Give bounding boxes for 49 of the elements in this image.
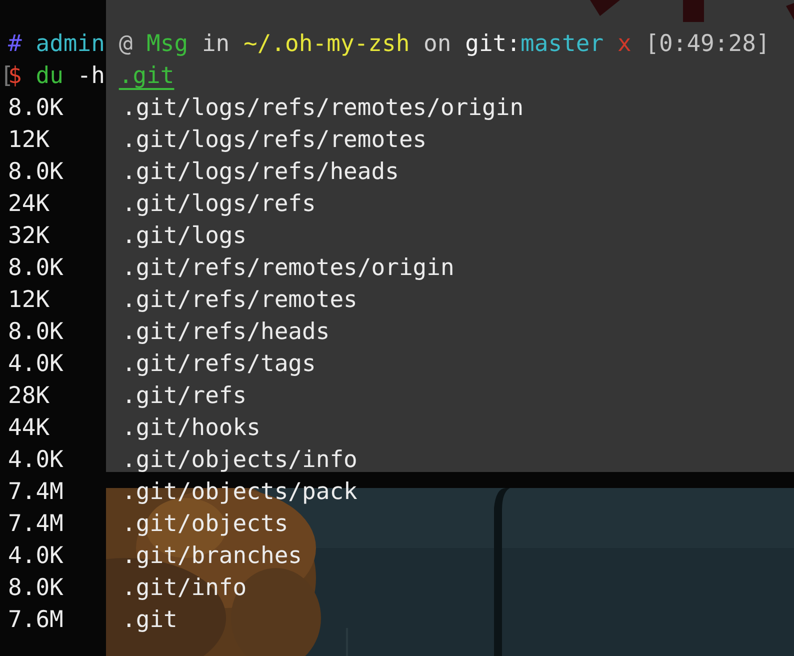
command-name: du [36,63,64,89]
size-value: 12K [8,126,51,155]
file-path: .git/branches [122,543,302,569]
size-value: 8.0K [8,158,64,187]
vcs-label: git: [465,31,520,57]
file-path: .git/refs/heads [122,319,330,345]
host-name: Msg [146,31,188,57]
file-path: .git/logs/refs [122,191,316,217]
file-path: .git/refs/remotes [122,287,358,313]
at-sign: @ [118,31,133,57]
file-path: .git/objects [122,511,288,537]
bracket: [ [0,62,8,91]
size-value: 4.0K [8,350,64,379]
size-value: 7.4M [8,510,64,539]
size-value: 8.0K [8,574,64,603]
size-value: 8.0K [8,254,64,283]
prompt-symbol: # [8,31,22,57]
file-path: .git/logs [122,223,247,249]
branch-name: master [520,31,604,57]
file-path: .git/refs [122,383,247,409]
timestamp: [0:49:28] [645,31,770,57]
prompt-word: on [424,31,452,57]
size-value: 24K [8,190,51,219]
size-value: 12K [8,286,51,315]
size-value: 8.0K [8,94,64,123]
size-value: 28K [8,382,51,411]
size-value: 32K [8,222,51,251]
size-value: 4.0K [8,446,64,475]
size-value: 4.0K [8,542,64,571]
dirty-mark: x [617,31,632,57]
prompt-word: in [202,31,230,57]
size-value: 44K [8,414,51,443]
file-path: .git/logs/refs/heads [122,159,399,185]
size-value: 7.4M [8,478,64,507]
size-value: 7.6M [8,606,64,635]
user-name: admin [36,31,105,57]
file-path: .git/info [122,575,247,601]
directory-path: ~/.oh-my-zsh [244,31,410,57]
file-path: .git/refs/remotes/origin [122,255,454,281]
file-path: .git/refs/tags [122,351,316,377]
file-path: .git [122,607,178,633]
command-target: .git [118,63,174,89]
file-path: .git/hooks [122,415,260,441]
file-path: .git/objects/info [122,447,358,473]
size-value: 8.0K [8,318,64,347]
file-path: .git/objects/pack [122,479,358,505]
option-text: -h [77,63,105,89]
file-path: .git/logs/refs/remotes/origin [122,95,524,121]
file-path: .git/logs/refs/remotes [122,127,427,153]
